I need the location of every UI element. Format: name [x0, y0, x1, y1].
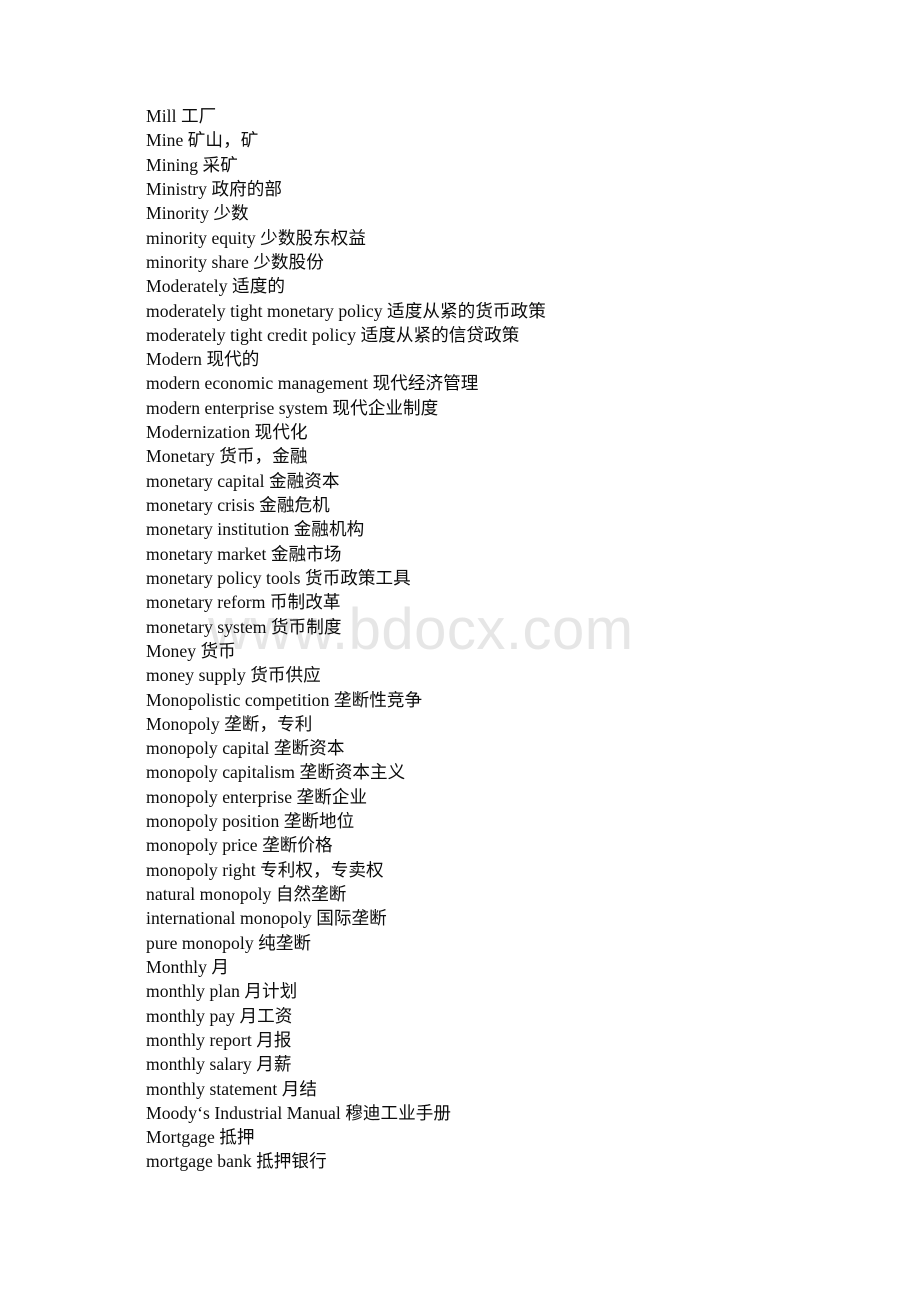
glossary-entry: Mill 工厂 [146, 106, 217, 126]
glossary-entry: pure monopoly 纯垄断 [146, 932, 312, 953]
glossary-entry: Modernization 现代化 [146, 422, 308, 443]
glossary-entry: natural monopoly 自然垄断 [146, 884, 347, 904]
glossary-entry: monthly report 月报 [146, 1029, 292, 1050]
glossary-entry: Money 货币 [146, 640, 236, 661]
glossary-entry: Monetary 货币，金融 [146, 446, 308, 467]
glossary-entry: moderately tight credit policy 适度从紧的信贷政策 [146, 324, 520, 345]
glossary-entry: monthly plan 月计划 [146, 981, 298, 1002]
glossary-entry: Ministry 政府的部 [146, 178, 283, 199]
glossary-entry: modern enterprise system 现代企业制度 [146, 397, 439, 418]
glossary-entry: minority equity 少数股东权益 [146, 227, 367, 248]
glossary-entry: monopoly capital 垄断资本 [146, 738, 345, 759]
glossary-entry: Monopoly 垄断，专利 [146, 713, 313, 734]
glossary-entry: monetary market 金融市场 [146, 543, 342, 564]
glossary-entry: Monopolistic competition 垄断性竞争 [146, 689, 423, 710]
glossary-entry: Minority 少数 [146, 203, 249, 224]
glossary-entry: monetary crisis 金融危机 [146, 495, 330, 515]
glossary-entry: monthly statement 月结 [146, 1078, 318, 1099]
glossary-entry: monetary reform 币制改革 [146, 592, 341, 613]
glossary-entry: Mine 矿山，矿 [146, 130, 259, 151]
document-page: www.bdocx.com Mill 工厂 Mine 矿山，矿 Mining 采矿 M… [0, 0, 920, 1302]
glossary-entry: monetary institution 金融机构 [146, 519, 365, 540]
glossary-entry: monetary policy tools 货币政策工具 [146, 567, 411, 588]
glossary-entry: money supply 货币供应 [146, 665, 321, 686]
glossary-entry: moderately tight monetary policy 适度从紧的货币… [146, 300, 546, 321]
glossary-entry: Modern 现代的 [146, 349, 260, 370]
glossary-entry: monopoly position 垄断地位 [146, 811, 355, 832]
glossary-entry: mortgage bank 抵押银行 [146, 1151, 327, 1172]
glossary-entry: monthly salary 月薪 [146, 1054, 292, 1075]
glossary-entry: monetary system 货币制度 [146, 616, 342, 637]
glossary-entry: Moody‘s Industrial Manual 穆迪工业手册 [146, 1102, 452, 1123]
glossary-entry: monopoly capitalism 垄断资本主义 [146, 762, 406, 783]
glossary-entry: monopoly price 垄断价格 [146, 835, 333, 856]
glossary-entry: modern economic management 现代经济管理 [146, 373, 479, 394]
glossary-entry: monopoly right 专利权，专卖权 [146, 859, 384, 880]
glossary-entry: Monthly 月 [146, 956, 230, 977]
glossary-entry: minority share 少数股份 [146, 251, 324, 272]
glossary-entry: international monopoly 国际垄断 [146, 908, 387, 929]
glossary-entry: Mining 采矿 [146, 154, 238, 175]
glossary-entry-list: Mill 工厂 Mine 矿山，矿 Mining 采矿 Ministry 政府的部 Mi… [146, 104, 866, 1174]
glossary-entry: Mortgage 抵押 [146, 1127, 255, 1148]
glossary-entry: monopoly enterprise 垄断企业 [146, 786, 368, 807]
glossary-entry: Moderately 适度的 [146, 276, 285, 297]
glossary-entry: monetary capital 金融资本 [146, 470, 340, 491]
glossary-entry: monthly pay 月工资 [146, 1005, 293, 1026]
